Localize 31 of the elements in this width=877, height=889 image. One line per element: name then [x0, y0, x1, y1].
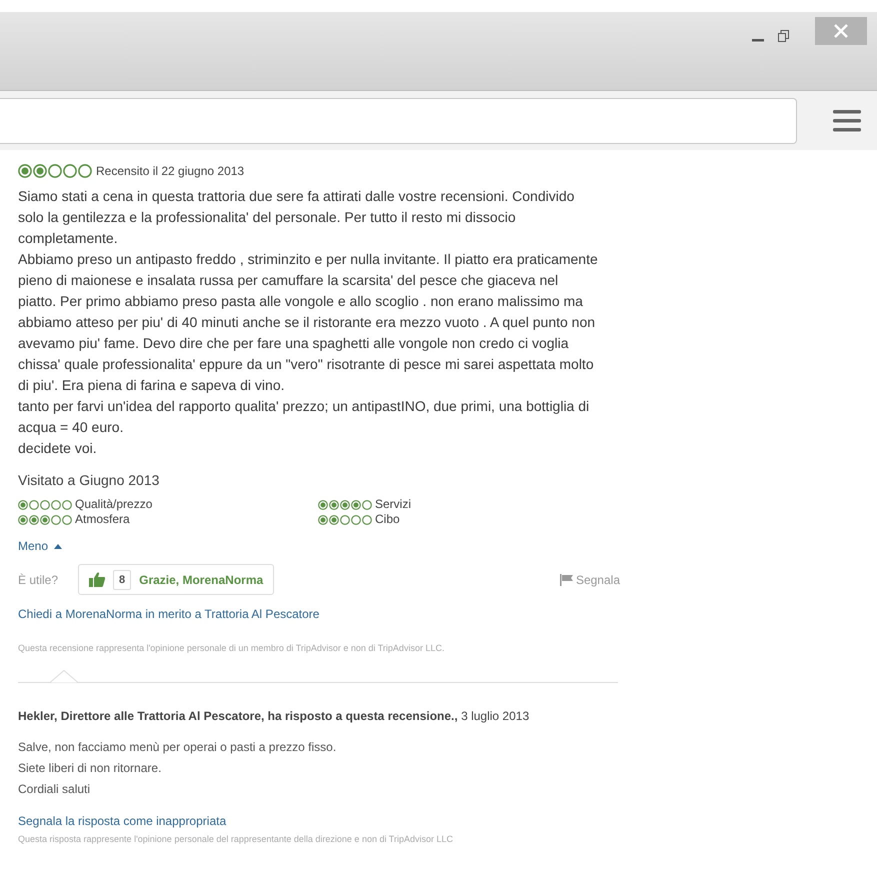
response-line: Salve, non facciamo menù per operai o pasti a prezzo fisso. [18, 738, 336, 756]
visit-date: Visitato a Giugno 2013 [18, 471, 160, 490]
report-response-link[interactable]: Segnala la risposta come inappropriata [18, 812, 620, 830]
thanks-count: 8 [113, 570, 132, 590]
response-line: Cordiali saluti [18, 780, 90, 798]
response-disclaimer: Questa risposta rappresente l'opinione personale del rappresentante della direzione e non di TripAdvisor LLC [18, 832, 454, 846]
helpful-label: È utile? [18, 572, 60, 588]
review-paragraph: tanto per farvi un'idea del rapporto qualita' prezzo; un antipastINO, due primi, una bottiglia di acqua = 40 euro. [18, 397, 590, 437]
thanks-label: Grazie, MorenaNorma [139, 572, 264, 588]
minimize-icon[interactable] [752, 39, 764, 42]
rating-label: Cibo [375, 512, 400, 527]
review-date: Recensito il 22 giugno 2013 [96, 163, 244, 180]
less-link[interactable]: Meno [18, 537, 48, 555]
close-icon [834, 24, 848, 38]
menu-icon[interactable] [833, 108, 861, 132]
review-paragraph: Siamo stati a cena in questa trattoria due sere fa attirati dalle vostre recensioni. Condivido solo la gentilezza e la professionalita' del personale. Per tutto il resto mi dissocio completamente. [18, 187, 576, 248]
flag-icon [560, 574, 573, 586]
response-line: Siete liberi di non ritornare. [18, 760, 162, 776]
review-paragraph: Abbiamo preso un antipasto freddo , striminzito e per nulla invitante. Il piatto era praticamente pieno di maionese e insalata russa per camuffare la scarsita' del pesce che giaceva nel piatto. Per primo abbiamo preso pasta alle vongole e allo scoglio . non erano malissimo ma abbiamo atteso per piu' di 40 minuti anche se il ristorante era mezzo vuoto . A quel punto non avevamo piu' fame. Devo dire che per fare una spaghetti alle vongole non credo ci voglia chissa' quale professionalita' eppure da un "vero" risotrante di pesce mi sarei aspettata molto di piu'. Era piena di farina e sapeva di vino. [18, 250, 598, 395]
review-paragraph: decidete voi. [18, 439, 98, 458]
rating-label: Qualità/prezzo [75, 497, 152, 512]
response-header: Hekler, Direttore alle Trattoria Al Pescatore, ha risposto a questa recensione., 3 luglio 2013 [18, 708, 530, 724]
caret-icon [54, 544, 62, 548]
rating-label: Servizi [375, 497, 412, 512]
rating-label: Atmosfera [75, 512, 130, 527]
review-disclaimer: Questa recensione rappresenta l'opinione personale di un membro di TripAdvisor e non di TripAdvisor LLC. [18, 642, 446, 655]
ask-link[interactable]: Chiedi a MorenaNorma in merito a Trattoria Al Pescatore [18, 605, 620, 623]
restore-icon[interactable] [778, 30, 789, 42]
thanks-button[interactable]: 8 Grazie, MorenaNorma [78, 564, 274, 595]
address-field[interactable] [0, 98, 797, 144]
thumbs-up-icon [89, 572, 105, 587]
